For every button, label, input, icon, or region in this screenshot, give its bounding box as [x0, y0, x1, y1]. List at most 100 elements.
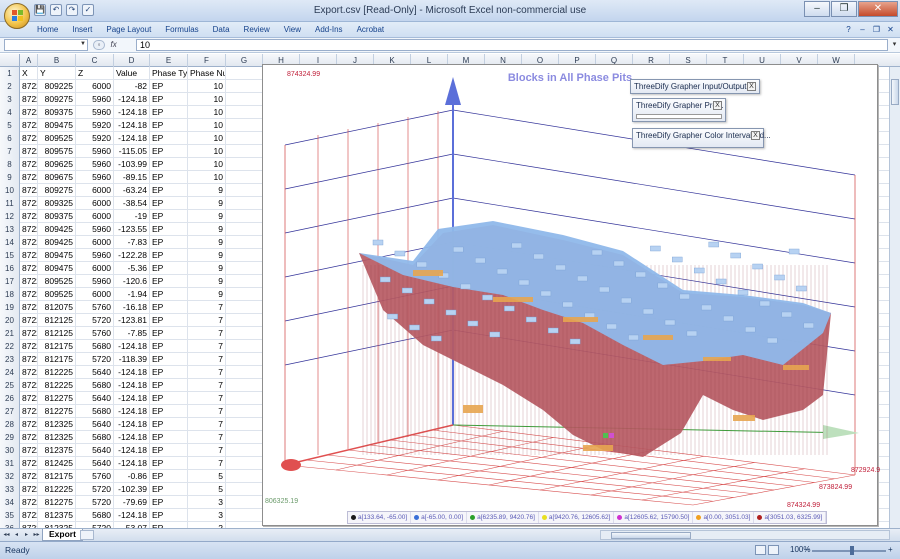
cell[interactable]: EP: [150, 262, 188, 275]
cell[interactable]: -124.18: [114, 431, 150, 444]
cell[interactable]: 5720: [76, 483, 114, 496]
cell[interactable]: 5920: [76, 119, 114, 132]
legend-item[interactable]: a[-65.00, 0.00]: [411, 512, 468, 523]
row-header[interactable]: 25: [0, 379, 20, 392]
cell[interactable]: EP: [150, 314, 188, 327]
cell[interactable]: -124.18: [114, 340, 150, 353]
cell[interactable]: 9: [188, 288, 226, 301]
row-header[interactable]: 18: [0, 288, 20, 301]
cell[interactable]: EP: [150, 184, 188, 197]
column-header-g[interactable]: G: [226, 54, 263, 67]
cell[interactable]: 809475: [38, 119, 76, 132]
cell[interactable]: 809425: [38, 223, 76, 236]
cell[interactable]: -79.69: [114, 496, 150, 509]
cell[interactable]: 7: [188, 353, 226, 366]
cell[interactable]: -124.18: [114, 93, 150, 106]
cell[interactable]: 5720: [76, 314, 114, 327]
cell[interactable]: EP: [150, 106, 188, 119]
cell[interactable]: EP: [150, 353, 188, 366]
cell[interactable]: 9: [188, 223, 226, 236]
row-header[interactable]: 26: [0, 392, 20, 405]
cell[interactable]: 872225: [20, 223, 38, 236]
tab-page-layout[interactable]: Page Layout: [99, 24, 158, 36]
column-header-d[interactable]: D: [114, 54, 150, 67]
cell[interactable]: 7: [188, 301, 226, 314]
cell[interactable]: 5: [188, 483, 226, 496]
cell[interactable]: 812075: [38, 301, 76, 314]
cell[interactable]: 10: [188, 145, 226, 158]
cell[interactable]: 872225: [20, 509, 38, 522]
tab-acrobat[interactable]: Acrobat: [350, 24, 392, 36]
legend-item[interactable]: a[6235.89, 9420.76]: [467, 512, 539, 523]
cell[interactable]: 809375: [38, 106, 76, 119]
cell[interactable]: 812175: [38, 340, 76, 353]
cell[interactable]: 10: [188, 158, 226, 171]
legend-item[interactable]: a[0.00, 3051.03]: [693, 512, 755, 523]
cell[interactable]: 5760: [76, 327, 114, 340]
cell[interactable]: EP: [150, 210, 188, 223]
cell[interactable]: 9: [188, 236, 226, 249]
cell[interactable]: -102.39: [114, 483, 150, 496]
cell[interactable]: -123.81: [114, 314, 150, 327]
cell[interactable]: Phase Type: [150, 67, 188, 80]
last-sheet-icon[interactable]: ▸▸: [32, 530, 41, 540]
row-header[interactable]: 13: [0, 223, 20, 236]
cell[interactable]: EP: [150, 80, 188, 93]
tab-formulas[interactable]: Formulas: [158, 24, 205, 36]
cell[interactable]: 7: [188, 405, 226, 418]
row-header[interactable]: 33: [0, 483, 20, 496]
cell[interactable]: -124.18: [114, 405, 150, 418]
cell[interactable]: 809575: [38, 145, 76, 158]
cell[interactable]: -122.28: [114, 249, 150, 262]
fx-icon[interactable]: fx: [111, 40, 117, 49]
cell[interactable]: -7.85: [114, 327, 150, 340]
cell[interactable]: 812225: [38, 366, 76, 379]
cell[interactable]: EP: [150, 249, 188, 262]
cell[interactable]: -0.86: [114, 470, 150, 483]
cell[interactable]: 7: [188, 379, 226, 392]
column-header-f[interactable]: F: [188, 54, 226, 67]
cell[interactable]: 812375: [38, 444, 76, 457]
cell[interactable]: 5960: [76, 158, 114, 171]
undo-icon[interactable]: ↶: [50, 4, 62, 16]
row-header[interactable]: 16: [0, 262, 20, 275]
cell[interactable]: 5960: [76, 106, 114, 119]
formula-expand-icon[interactable]: ▾: [890, 39, 899, 51]
row-header[interactable]: 20: [0, 314, 20, 327]
row-header[interactable]: 6: [0, 132, 20, 145]
row-header[interactable]: 1: [0, 67, 20, 80]
redo-icon[interactable]: ↷: [66, 4, 78, 16]
cell[interactable]: 5680: [76, 405, 114, 418]
formula-input[interactable]: 10: [136, 39, 888, 51]
tab-review[interactable]: Review: [237, 24, 277, 36]
cell[interactable]: 872225: [20, 184, 38, 197]
help-icon[interactable]: ?: [843, 24, 854, 35]
cell[interactable]: 6000: [76, 288, 114, 301]
cell[interactable]: 5640: [76, 392, 114, 405]
panel-close-button[interactable]: X: [747, 82, 756, 91]
horizontal-scroll-thumb[interactable]: [611, 532, 691, 539]
cell[interactable]: -63.24: [114, 184, 150, 197]
cell[interactable]: 872225: [20, 457, 38, 470]
cell[interactable]: 10: [188, 171, 226, 184]
cell[interactable]: 812175: [38, 353, 76, 366]
cell[interactable]: 6000: [76, 197, 114, 210]
row-header[interactable]: 4: [0, 106, 20, 119]
cell[interactable]: 812275: [38, 496, 76, 509]
cell[interactable]: 6000: [76, 184, 114, 197]
workbook-close-button[interactable]: ✕: [885, 24, 896, 35]
tab-home[interactable]: Home: [30, 24, 65, 36]
cell[interactable]: 872225: [20, 405, 38, 418]
cell[interactable]: EP: [150, 496, 188, 509]
cell[interactable]: -89.15: [114, 171, 150, 184]
cell[interactable]: -5.36: [114, 262, 150, 275]
cell[interactable]: 5720: [76, 496, 114, 509]
cell[interactable]: 809475: [38, 262, 76, 275]
cell[interactable]: 7: [188, 392, 226, 405]
cell[interactable]: EP: [150, 340, 188, 353]
cell[interactable]: 5640: [76, 444, 114, 457]
cell[interactable]: EP: [150, 119, 188, 132]
cell[interactable]: -7.83: [114, 236, 150, 249]
cell[interactable]: 809225: [38, 80, 76, 93]
vertical-scroll-thumb[interactable]: [891, 79, 899, 105]
